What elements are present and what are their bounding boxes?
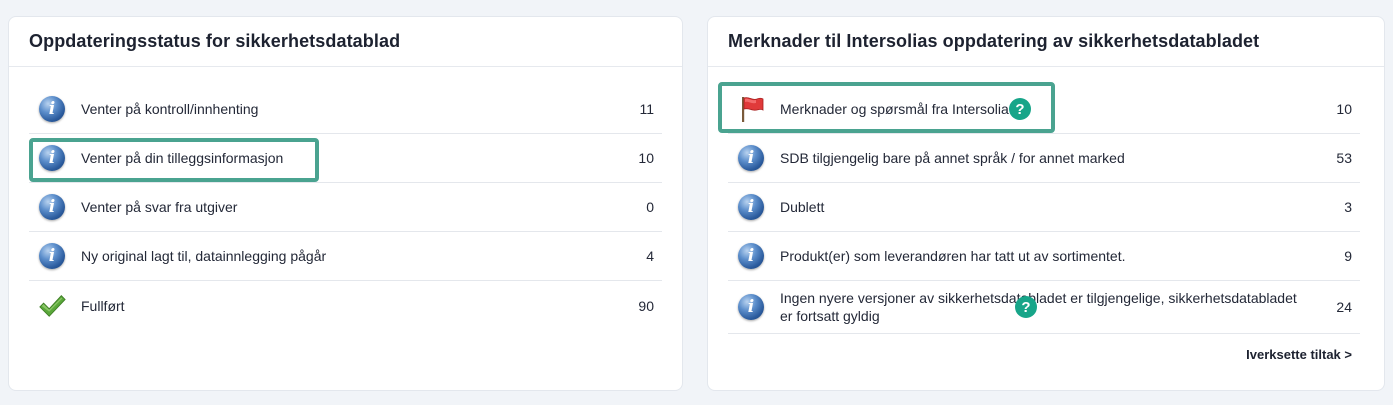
- notes-count: 10: [1336, 101, 1352, 117]
- notes-row-still-valid[interactable]: i Ingen nyere versjoner av sikkerhetsdat…: [728, 281, 1360, 334]
- intersolia-notes-header: Merknader til Intersolias oppdatering av…: [708, 17, 1384, 67]
- notes-row-duplicate[interactable]: i Dublett 3: [728, 183, 1360, 232]
- status-label: Fullført: [81, 297, 125, 314]
- intersolia-notes-card: Merknader til Intersolias oppdatering av…: [707, 16, 1385, 391]
- status-label: Venter på din tilleggsinformasjon: [81, 150, 284, 166]
- status-count: 90: [638, 297, 654, 314]
- status-count: 10: [638, 150, 654, 166]
- status-list: i Venter på kontroll/innhenting 11 i Ven…: [29, 85, 662, 330]
- info-icon: i: [38, 95, 66, 123]
- card-title: Merknader til Intersolias oppdatering av…: [728, 31, 1260, 51]
- info-icon: i: [38, 193, 66, 221]
- sds-status-card: Oppdateringsstatus for sikkerhetsdatabla…: [8, 16, 683, 391]
- notes-label: Produkt(er) som leverandøren har tatt ut…: [780, 248, 1126, 264]
- status-row-new-original[interactable]: i Ny original lagt til, datainnlegging p…: [29, 232, 662, 281]
- notes-label: Ingen nyere versjoner av sikkerhetsdatab…: [780, 290, 1297, 324]
- status-count: 4: [646, 248, 654, 264]
- notes-row-questions[interactable]: Merknader og spørsmål fra Intersolia 10: [728, 85, 1360, 134]
- notes-list: Merknader og spørsmål fra Intersolia 10 …: [728, 85, 1360, 334]
- info-icon: i: [737, 144, 765, 172]
- help-icon[interactable]: ?: [1015, 296, 1037, 318]
- notes-count: 3: [1344, 199, 1352, 215]
- status-label: Ny original lagt til, datainnlegging påg…: [81, 248, 327, 264]
- info-icon: i: [737, 193, 765, 221]
- notes-label: SDB tilgjengelig bare på annet språk / f…: [780, 150, 1125, 166]
- status-row-awaiting-check[interactable]: i Venter på kontroll/innhenting 11: [29, 85, 662, 134]
- info-icon: i: [38, 242, 66, 270]
- take-action-link[interactable]: Iverksette tiltak >: [1246, 347, 1352, 362]
- notes-label: Dublett: [780, 199, 825, 215]
- notes-row-discontinued[interactable]: i Produkt(er) som leverandøren har tatt …: [728, 232, 1360, 281]
- info-icon: i: [737, 242, 765, 270]
- checkmark-icon: [38, 292, 66, 320]
- status-label: Venter på svar fra utgiver: [81, 199, 238, 215]
- notes-row-other-language[interactable]: i SDB tilgjengelig bare på annet språk /…: [728, 134, 1360, 183]
- status-count: 0: [646, 199, 654, 215]
- sds-status-header: Oppdateringsstatus for sikkerhetsdatabla…: [9, 17, 682, 67]
- status-row-awaiting-publisher[interactable]: i Venter på svar fra utgiver 0: [29, 183, 662, 232]
- status-count: 11: [639, 101, 654, 117]
- notes-count: 9: [1344, 248, 1352, 264]
- red-flag-icon: [737, 95, 765, 123]
- notes-label: Merknader og spørsmål fra Intersolia: [780, 101, 1009, 117]
- info-icon: i: [737, 293, 765, 321]
- status-label: Venter på kontroll/innhenting: [81, 101, 259, 117]
- status-row-completed[interactable]: Fullført 90: [29, 281, 662, 330]
- card-title: Oppdateringsstatus for sikkerhetsdatabla…: [29, 31, 401, 51]
- notes-count: 53: [1336, 150, 1352, 166]
- status-row-awaiting-your-info[interactable]: i Venter på din tilleggsinformasjon 10: [29, 134, 662, 183]
- help-icon[interactable]: ?: [1009, 98, 1031, 120]
- info-icon: i: [38, 144, 66, 172]
- notes-count: 24: [1336, 299, 1352, 315]
